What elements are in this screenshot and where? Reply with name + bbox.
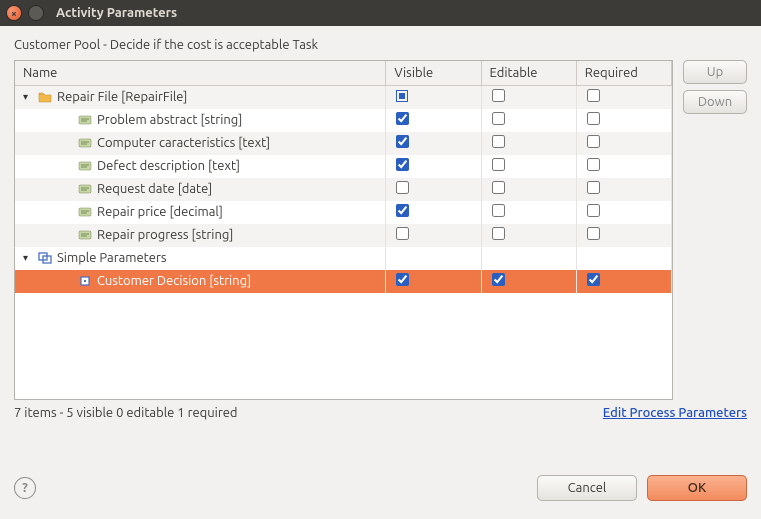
parameters-table: Name Visible Editable Required ▾ Repair F…: [14, 60, 673, 400]
table-row[interactable]: Problem abstract [string]: [15, 109, 672, 132]
required-checkbox[interactable]: [587, 204, 600, 217]
minimize-icon[interactable]: [28, 5, 44, 21]
visible-checkbox[interactable]: [396, 273, 409, 286]
expand-icon[interactable]: ▾: [23, 252, 33, 264]
editable-checkbox[interactable]: [492, 204, 505, 217]
table-row[interactable]: ▾ Repair File [RepairFile]: [15, 86, 672, 109]
required-checkbox[interactable]: [587, 158, 600, 171]
table-header-row: Name Visible Editable Required: [15, 61, 672, 86]
window-title: Activity Parameters: [56, 6, 177, 20]
required-checkbox[interactable]: [587, 273, 600, 286]
row-label: Simple Parameters: [57, 251, 167, 265]
field-icon: [77, 135, 93, 151]
field-icon: [77, 204, 93, 220]
required-checkbox[interactable]: [587, 89, 600, 102]
editable-checkbox[interactable]: [492, 135, 505, 148]
row-label: Computer caracteristics [text]: [97, 136, 270, 150]
field-icon: [77, 227, 93, 243]
folder-icon: [37, 89, 53, 105]
visible-checkbox[interactable]: [396, 227, 409, 240]
table-row[interactable]: Customer Decision [string]: [15, 270, 672, 293]
row-label: Request date [date]: [97, 182, 212, 196]
visible-checkbox[interactable]: [396, 204, 409, 217]
group-icon: [37, 250, 53, 266]
table-row[interactable]: Repair price [decimal]: [15, 201, 672, 224]
help-icon[interactable]: ?: [14, 477, 36, 499]
summary-text: 7 items - 5 visible 0 editable 1 require…: [14, 406, 238, 420]
table-row[interactable]: Defect description [text]: [15, 155, 672, 178]
titlebar: × Activity Parameters: [0, 0, 761, 26]
table-row[interactable]: Request date [date]: [15, 178, 672, 201]
editable-checkbox[interactable]: [492, 89, 505, 102]
required-checkbox[interactable]: [587, 135, 600, 148]
row-label: Repair price [decimal]: [97, 205, 223, 219]
required-checkbox[interactable]: [587, 181, 600, 194]
row-label: Customer Decision [string]: [97, 274, 251, 288]
required-checkbox[interactable]: [587, 227, 600, 240]
close-icon[interactable]: ×: [6, 5, 22, 21]
page-subtitle: Customer Pool - Decide if the cost is ac…: [14, 38, 747, 52]
row-label: Repair File [RepairFile]: [57, 90, 187, 104]
visible-checkbox[interactable]: [396, 181, 409, 194]
table-row[interactable]: ▾ Simple Parameters: [15, 247, 672, 270]
row-label: Repair progress [string]: [97, 228, 233, 242]
row-label: Defect description [text]: [97, 159, 240, 173]
visible-checkbox[interactable]: [396, 135, 409, 148]
up-button[interactable]: Up: [683, 60, 747, 84]
visible-checkbox[interactable]: [396, 112, 409, 125]
editable-checkbox[interactable]: [492, 227, 505, 240]
column-header-name[interactable]: Name: [15, 61, 386, 86]
expand-icon[interactable]: ▾: [23, 91, 33, 103]
editable-checkbox[interactable]: [492, 112, 505, 125]
down-button[interactable]: Down: [683, 90, 747, 114]
ok-button[interactable]: OK: [647, 475, 747, 501]
field-icon: [77, 181, 93, 197]
edit-process-parameters-link[interactable]: Edit Process Parameters: [603, 406, 747, 420]
item-icon: [77, 273, 93, 289]
cancel-button[interactable]: Cancel: [537, 475, 637, 501]
table-row[interactable]: Computer caracteristics [text]: [15, 132, 672, 155]
table-row[interactable]: Repair progress [string]: [15, 224, 672, 247]
visible-checkbox[interactable]: [396, 158, 409, 171]
editable-checkbox[interactable]: [492, 158, 505, 171]
row-label: Problem abstract [string]: [97, 113, 242, 127]
column-header-editable[interactable]: Editable: [481, 61, 576, 86]
editable-checkbox[interactable]: [492, 273, 505, 286]
column-header-required[interactable]: Required: [576, 61, 671, 86]
editable-checkbox[interactable]: [492, 181, 505, 194]
field-icon: [77, 158, 93, 174]
column-header-visible[interactable]: Visible: [386, 61, 481, 86]
field-icon: [77, 112, 93, 128]
visible-checkbox[interactable]: [396, 90, 408, 102]
required-checkbox[interactable]: [587, 112, 600, 125]
